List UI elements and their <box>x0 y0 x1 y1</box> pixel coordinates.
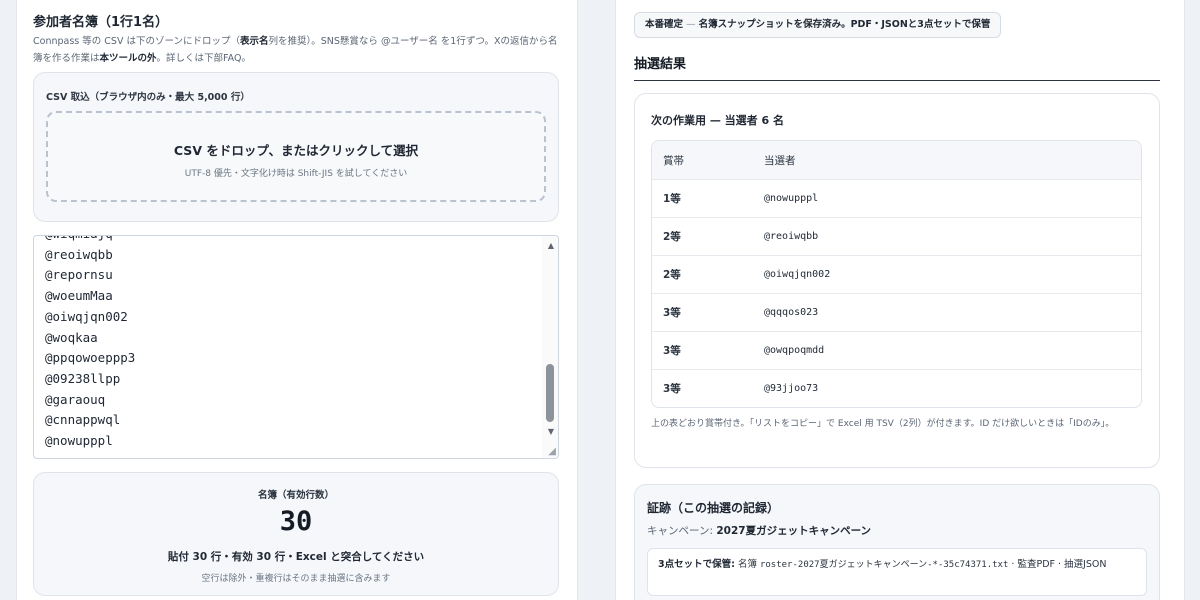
winner-cell: @93jjoo73 <box>764 383 819 394</box>
status-badge: 本番確定 — 名簿スナップショットを保存済み。PDF・JSONと3点セットで保管 <box>634 12 1002 38</box>
winners-heading: 次の作業用 — 当選者 6 名 <box>651 114 784 127</box>
resize-handle-icon[interactable]: ◢ <box>548 447 556 457</box>
count-note: 貼付 30 行・有効 30 行・Excel と突合してください <box>167 551 425 563</box>
winner-cell: @oiwqjqn002 <box>764 269 831 280</box>
winner-cell: @reoiwqbb <box>764 231 819 242</box>
winners-card: 次の作業用 — 当選者 6 名 賞帯 当選者 1等 @nowupppl 2等 @… <box>634 93 1160 468</box>
divider <box>634 80 1160 81</box>
evidence-files-box: 3点セットで保管: 名簿 roster-2027夏ガジェットキャンペーン-*-3… <box>647 548 1147 596</box>
roster-lines[interactable]: @wiqmiajq @reoiwqbb @repornsu @woeumMaa … <box>45 236 535 452</box>
table-row: 3等 @owqpoqmdd <box>652 331 1141 369</box>
table-row: 3等 @qqqos023 <box>652 293 1141 331</box>
count-subnote: 空行は除外・重複行はそのまま抽選に含みます <box>201 574 391 584</box>
prize-cell: 2等 <box>663 231 681 243</box>
winner-cell: @nowupppl <box>764 193 819 204</box>
drop-zone-hint: UTF-8 優先・文字化け時は Shift-JIS を試してください <box>184 169 408 179</box>
winner-cell: @owqpoqmdd <box>764 345 825 356</box>
winner-cell: @qqqos023 <box>764 307 819 318</box>
roster-panel: 参加者名簿（1行1名） Connpass 等の CSV は下のゾーンにドロップ（… <box>16 0 578 600</box>
column-header-prize: 賞帯 <box>663 154 684 167</box>
results-panel: 本番確定 — 名簿スナップショットを保存済み。PDF・JSONと3点セットで保管… <box>615 0 1185 600</box>
scroll-down-icon[interactable]: ▼ <box>548 427 554 436</box>
roster-textarea[interactable]: @wiqmiajq @reoiwqbb @repornsu @woeumMaa … <box>33 235 559 459</box>
winners-table: 賞帯 当選者 1等 @nowupppl 2等 @reoiwqbb 2等 @oiw… <box>651 140 1142 408</box>
prize-cell: 3等 <box>663 345 681 357</box>
table-row: 1等 @nowupppl <box>652 179 1141 217</box>
csv-import-label: CSV 取込（ブラウザ内のみ・最大 5,000 行） <box>46 92 250 103</box>
prize-cell: 3等 <box>663 307 681 319</box>
table-row: 3等 @93jjoo73 <box>652 369 1141 407</box>
table-header: 賞帯 当選者 <box>652 141 1141 179</box>
table-row: 2等 @oiwqjqn002 <box>652 255 1141 293</box>
drop-zone-title: CSV をドロップ、またはクリックして選択 <box>173 143 419 158</box>
textarea-scrollbar[interactable]: ▲ ▼ <box>542 236 558 458</box>
roster-count-box: 名簿（有効行数） 30 貼付 30 行・有効 30 行・Excel と突合してく… <box>33 472 559 596</box>
table-row: 2等 @reoiwqbb <box>652 217 1141 255</box>
scroll-up-icon[interactable]: ▲ <box>548 241 554 250</box>
column-header-winner: 当選者 <box>764 154 796 167</box>
results-title: 抽選結果 <box>634 57 687 72</box>
roster-description: Connpass 等の CSV は下のゾーンにドロップ（表示名列を推奨）。SNS… <box>33 36 558 64</box>
evidence-title: 証跡（この抽選の記録） <box>647 501 780 515</box>
prize-cell: 3等 <box>663 383 681 395</box>
evidence-card: 証跡（この抽選の記録） キャンペーン: 2027夏ガジェットキャンペーン 3点セ… <box>634 484 1160 600</box>
campaign-line: キャンペーン: 2027夏ガジェットキャンペーン <box>647 525 872 537</box>
prize-cell: 1等 <box>663 193 681 205</box>
roster-title: 参加者名簿（1行1名） <box>33 15 169 30</box>
winners-note: 上の表どおり賞帯付き。「リストをコピー」で Excel 用 TSV（2列）が付き… <box>651 419 1115 429</box>
csv-drop-zone[interactable]: CSV をドロップ、またはクリックして選択 UTF-8 優先・文字化け時は Sh… <box>46 111 546 202</box>
csv-import-box: CSV 取込（ブラウザ内のみ・最大 5,000 行） CSV をドロップ、または… <box>33 72 559 222</box>
count-label: 名簿（有効行数） <box>257 490 334 501</box>
count-value: 30 <box>279 506 313 537</box>
prize-cell: 2等 <box>663 269 681 281</box>
scroll-thumb[interactable] <box>546 364 554 422</box>
